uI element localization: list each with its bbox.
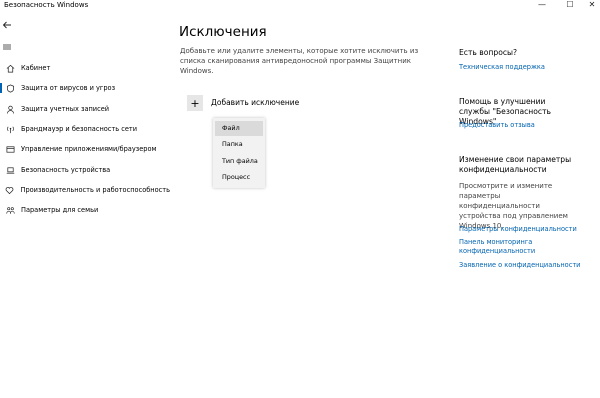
support-link[interactable]: Техническая поддержка — [459, 63, 589, 72]
sidebar-item-label: Кабинет — [21, 64, 51, 72]
family-icon — [5, 205, 15, 215]
hamburger-icon — [3, 44, 11, 50]
menu-item-process[interactable]: Процесс — [215, 170, 263, 185]
heart-icon — [5, 185, 14, 195]
laptop-icon — [5, 165, 15, 175]
privacy-heading: Изменение свои параметры конфиденциально… — [459, 155, 572, 174]
maximize-button[interactable]: ☐ — [562, 0, 578, 10]
feedback-link[interactable]: Предоставить отзыва — [459, 121, 589, 130]
exclusion-type-menu: Файл Папка Тип файла Процесс — [213, 118, 265, 188]
back-button[interactable] — [2, 15, 16, 29]
sidebar-item-label: Защита учетных записей — [21, 105, 110, 113]
app-window-icon — [5, 144, 15, 154]
back-arrow-icon — [2, 21, 11, 29]
page-description: Добавьте или удалите элементы, которые х… — [180, 47, 419, 75]
window-title: Безопасность Windows — [4, 1, 89, 9]
page-title: Исключения — [179, 24, 267, 40]
privacy-statement-link[interactable]: Заявление о конфиденциальности — [459, 261, 589, 270]
sidebar-item-label: Параметры для семьи — [21, 206, 99, 214]
minimize-button[interactable]: — — [534, 0, 550, 10]
sidebar-item-family[interactable]: Параметры для семьи — [0, 202, 170, 218]
menu-item-file[interactable]: Файл — [215, 121, 263, 136]
menu-item-folder[interactable]: Папка — [215, 137, 263, 152]
questions-heading: Есть вопросы? — [459, 48, 518, 57]
add-exclusion-button[interactable]: + — [187, 95, 203, 111]
sidebar-item-label: Брандмауэр и безопасность сети — [21, 125, 138, 133]
sidebar-item-virus-protection[interactable]: Защита от вирусов и угроз — [0, 80, 170, 96]
sidebar-item-label: Безопасность устройства — [21, 166, 111, 174]
menu-item-file-type[interactable]: Тип файла — [215, 154, 263, 169]
privacy-dashboard-link[interactable]: Панель мониторинга конфиденциальности — [459, 238, 559, 256]
sidebar-item-label: Производительность и работоспособность — [20, 186, 170, 194]
menu-button[interactable] — [2, 37, 16, 50]
sidebar-item-home[interactable]: Кабинет — [0, 60, 170, 76]
sidebar-item-account-protection[interactable]: Защита учетных записей — [0, 101, 170, 117]
shield-icon — [5, 83, 15, 93]
plus-icon: + — [190, 96, 200, 110]
sidebar-item-label: Защита от вирусов и угроз — [21, 84, 116, 92]
sidebar-item-firewall[interactable]: Брандмауэр и безопасность сети — [0, 121, 170, 137]
title-bar: Безопасность Windows — ☐ ✕ — [0, 0, 600, 12]
add-exclusion-label[interactable]: Добавить исключение — [211, 98, 299, 107]
privacy-settings-link[interactable]: Параметры конфиденциальности — [459, 225, 589, 234]
home-icon — [5, 63, 15, 73]
close-button[interactable]: ✕ — [584, 0, 600, 10]
sidebar-item-app-browser[interactable]: Управление приложениями/браузером — [0, 141, 170, 157]
sidebar-item-label: Управление приложениями/браузером — [21, 145, 157, 153]
privacy-text: Просмотрите и измените параметры конфиде… — [459, 182, 568, 230]
sidebar-item-performance[interactable]: Производительность и работоспособность — [0, 182, 170, 198]
antenna-icon — [5, 124, 15, 134]
sidebar-item-device-security[interactable]: Безопасность устройства — [0, 162, 170, 178]
person-icon — [5, 104, 15, 114]
